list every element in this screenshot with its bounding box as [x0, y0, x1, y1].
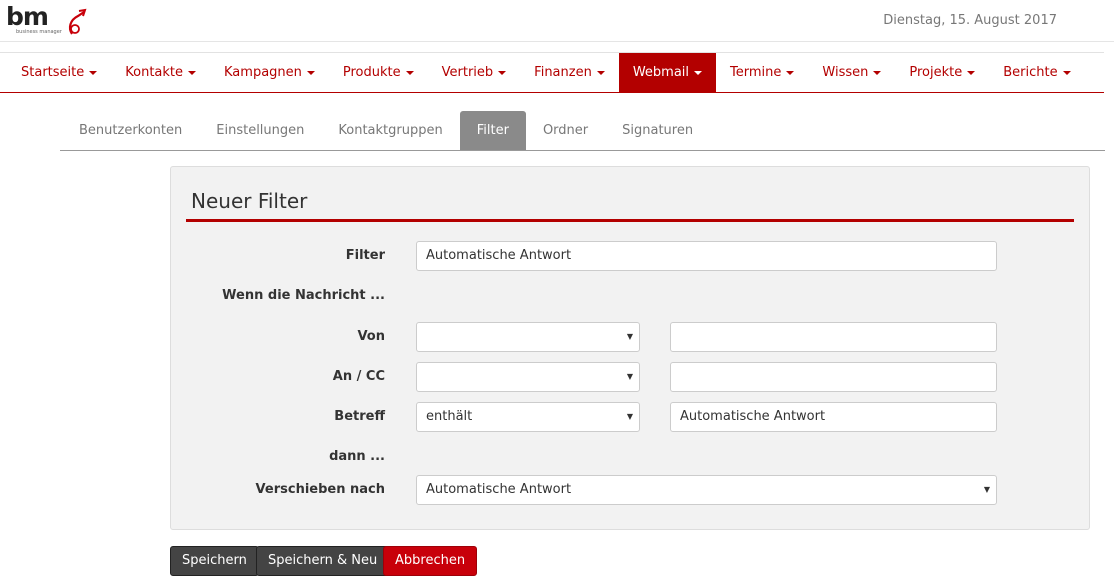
to-cc-label: An / CC — [332, 369, 385, 384]
tab-ordner[interactable]: Ordner — [526, 111, 605, 150]
main-navigation: Startseite Kontakte Kampagnen Produkte V… — [0, 52, 1104, 93]
title-divider — [186, 219, 1074, 222]
form-title: Neuer Filter — [191, 189, 308, 213]
tab-filter[interactable]: Filter — [459, 111, 526, 150]
caret-down-icon — [967, 70, 976, 75]
from-label: Von — [357, 329, 385, 344]
bm-logo[interactable]: bm business manager — [6, 2, 96, 38]
save-button[interactable]: Speichern — [170, 546, 259, 576]
from-operator-select[interactable] — [416, 322, 640, 352]
filter-form-panel: Neuer Filter Filter Automatische Antwort… — [170, 166, 1090, 530]
webmail-subtabs: Benutzerkonten Einstellungen Kontaktgrup… — [60, 111, 1105, 151]
nav-item-webmail[interactable]: Webmail — [618, 53, 717, 93]
move-to-folder-select[interactable]: Automatische Antwort — [416, 475, 997, 505]
caret-down-icon — [498, 70, 507, 75]
from-value-input[interactable] — [670, 322, 997, 352]
caret-down-icon — [188, 70, 197, 75]
subject-operator-select[interactable]: enthält — [416, 402, 640, 432]
nav-item-startseite[interactable]: Startseite — [7, 53, 111, 93]
nav-item-produkte[interactable]: Produkte — [329, 53, 428, 93]
nav-item-kampagnen[interactable]: Kampagnen — [210, 53, 329, 93]
tab-einstellungen[interactable]: Einstellungen — [199, 111, 321, 150]
caret-down-icon — [694, 70, 703, 75]
filter-name-label: Filter — [345, 248, 385, 263]
caret-down-icon — [873, 70, 882, 75]
nav-item-termine[interactable]: Termine — [716, 53, 808, 93]
logo-text: bm — [6, 4, 48, 31]
nav-item-projekte[interactable]: Projekte — [895, 53, 989, 93]
nav-item-finanzen[interactable]: Finanzen — [520, 53, 619, 93]
subject-value-input[interactable]: Automatische Antwort — [670, 402, 997, 432]
save-and-new-button[interactable]: Speichern & Neu — [256, 546, 390, 576]
caret-down-icon — [786, 70, 795, 75]
nav-item-wissen[interactable]: Wissen — [808, 53, 895, 93]
app-header: bm business manager Dienstag, 15. August… — [0, 0, 1114, 42]
move-to-label: Verschieben nach — [255, 482, 385, 497]
header-date: Dienstag, 15. August 2017 — [883, 13, 1057, 28]
logo-subtext: business manager — [16, 29, 63, 35]
caret-down-icon — [306, 70, 315, 75]
caret-down-icon — [89, 70, 98, 75]
to-cc-value-input[interactable] — [670, 362, 997, 392]
action-heading: dann ... — [329, 449, 385, 464]
nav-item-vertrieb[interactable]: Vertrieb — [428, 53, 521, 93]
cancel-button[interactable]: Abbrechen — [383, 546, 478, 576]
nav-item-kontakte[interactable]: Kontakte — [111, 53, 210, 93]
caret-down-icon — [596, 70, 605, 75]
caret-down-icon — [1062, 70, 1071, 75]
tab-benutzerkonten[interactable]: Benutzerkonten — [62, 111, 199, 150]
nav-item-berichte[interactable]: Berichte — [989, 53, 1084, 93]
caret-down-icon — [405, 70, 414, 75]
condition-heading: Wenn die Nachricht ... — [222, 288, 385, 303]
tab-kontaktgruppen[interactable]: Kontaktgruppen — [321, 111, 459, 150]
to-cc-operator-select[interactable] — [416, 362, 640, 392]
tab-signaturen[interactable]: Signaturen — [605, 111, 710, 150]
filter-name-input[interactable]: Automatische Antwort — [416, 241, 997, 271]
subject-label: Betreff — [334, 409, 385, 424]
